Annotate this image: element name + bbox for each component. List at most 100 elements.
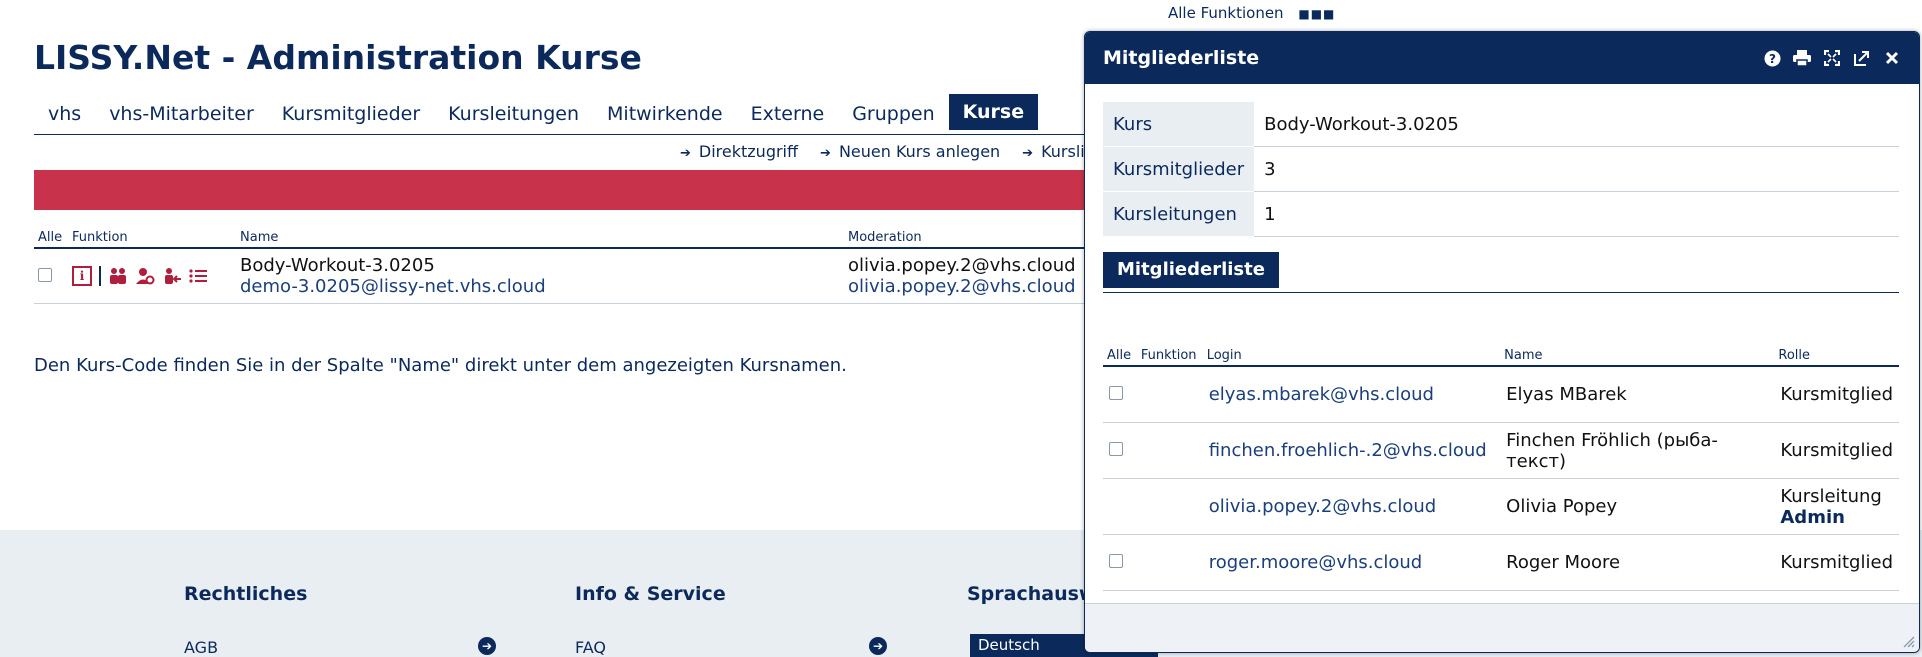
course-name: Body-Workout-3.0205 [240,255,435,276]
member-role: Kursmitglied [1774,366,1899,423]
login-link[interactable]: elyas.mbarek@vhs.cloud [1202,366,1501,423]
user-import-icon[interactable] [162,267,182,285]
tab-vhs-mitarbeiter[interactable]: vhs-Mitarbeiter [95,94,268,134]
admin-badge: Admin [1780,506,1845,528]
tab-vhs[interactable]: vhs [34,94,95,134]
dialog-title: Mitgliederliste [1103,47,1260,69]
new-course-label: Neuen Kurs anlegen [838,142,1001,161]
tab-mitgliederliste[interactable]: Mitgliederliste [1103,252,1279,288]
close-icon[interactable] [1883,49,1901,67]
popout-icon[interactable] [1853,49,1871,67]
info-row-leitungen: Kursleitungen 1 [1103,191,1899,237]
footer-link-agb[interactable]: AGB [184,638,218,657]
print-icon[interactable] [1793,49,1811,67]
members-dialog: Mitgliederliste ? Kurs Body-Workout-3.02… [1084,31,1920,653]
login-link[interactable]: finchen.froehlich-.2@vhs.cloud [1202,422,1501,479]
group-icon[interactable] [108,267,128,285]
info-icon[interactable]: i [72,266,92,286]
table-row: olivia.popey.2@vhs.cloud Olivia Popey Ku… [1103,478,1899,535]
function-cell [1136,422,1203,479]
login-link[interactable]: olivia.popey.2@vhs.cloud [1202,478,1501,535]
table-row: finchen.froehlich-.2@vhs.cloud Finchen F… [1103,422,1899,479]
col-funktion: Funktion [1136,346,1203,367]
tab-kursleitungen[interactable]: Kursleitungen [434,94,593,134]
action-links: ➔ Direktzugriff ➔ Neuen Kurs anlegen ➔ Kurs… [680,142,1129,161]
info-row-mitglieder: Kursmitglieder 3 [1103,146,1899,192]
info-row-kurs: Kurs Body-Workout-3.0205 [1103,102,1899,147]
info-value: 1 [1254,191,1899,237]
moderator-primary: olivia.popey.2@vhs.cloud [848,255,1076,276]
row-checkbox[interactable] [1109,554,1123,568]
moderator-link[interactable]: olivia.popey.2@vhs.cloud [848,276,1090,297]
row-checkbox[interactable] [1109,442,1123,456]
main-tabs: vhs vhs-Mitarbeiter Kursmitglieder Kursl… [34,94,1094,135]
alert-bar [34,170,1094,210]
col-moderation[interactable]: Moderation [844,228,1094,249]
tab-mitwirkende[interactable]: Mitwirkende [593,94,737,134]
course-code-link[interactable]: demo-3.0205@lissy-net.vhs.cloud [240,276,840,297]
hint-text: Den Kurs-Code finden Sie in der Spalte "… [34,355,847,376]
col-alle[interactable]: Alle [1103,346,1137,367]
tab-gruppen[interactable]: Gruppen [838,94,948,134]
footer-heading-rechtliches: Rechtliches [184,583,308,605]
help-icon[interactable]: ? [1763,49,1781,67]
arrow-right-icon: ➔ [820,146,831,161]
member-role: Kursmitglied [1774,422,1899,479]
dialog-tabs: Mitgliederliste [1103,252,1899,293]
function-cell [1136,478,1203,535]
user-settings-icon[interactable] [135,267,155,285]
footer-link-faq[interactable]: FAQ [575,638,606,657]
col-rolle[interactable]: Rolle [1774,346,1899,367]
courses-table: Alle Funktion Name Moderation i Body-Wor… [34,228,1094,304]
all-functions-label: Alle Funktionen [1168,4,1284,22]
function-cell [1136,366,1203,423]
function-cell [1136,534,1203,591]
list-icon[interactable] [189,268,207,284]
member-role-cell: Kursleitung Admin [1774,478,1899,535]
function-icons: i [72,266,232,286]
login-link[interactable]: roger.moore@vhs.cloud [1202,534,1501,591]
member-role: Kursmitglied [1774,534,1899,591]
arrow-circle-icon[interactable]: ➔ [478,637,496,655]
direktzugriff-label: Direktzugriff [698,142,799,161]
row-checkbox[interactable] [1109,386,1123,400]
members-table: Alle Funktion Login Name Rolle elyas.mba… [1103,346,1899,591]
empty-checkbox-cell [1103,478,1137,535]
info-value: 3 [1254,146,1899,192]
dialog-header[interactable]: Mitgliederliste ? [1085,32,1919,84]
member-role: Kursleitung [1780,485,1882,507]
tab-kurse[interactable]: Kurse [948,94,1039,130]
arrow-right-icon: ➔ [680,146,691,161]
col-login[interactable]: Login [1202,346,1501,367]
info-value: Body-Workout-3.0205 [1254,102,1899,147]
dialog-footer [1085,603,1919,652]
dialog-controls: ? [1763,49,1901,67]
row-checkbox[interactable] [38,267,52,282]
all-functions-link[interactable]: Alle Funktionen ■■■ [1168,4,1335,22]
member-name: Roger Moore [1500,534,1775,591]
new-course-link[interactable]: ➔ Neuen Kurs anlegen [820,142,1000,161]
table-row: i Body-Workout-3.0205 demo-3.0205@lissy-… [34,248,1094,304]
fullscreen-icon[interactable] [1823,49,1841,67]
col-alle[interactable]: Alle [34,228,68,249]
direktzugriff-link[interactable]: ➔ Direktzugriff [680,142,798,161]
page-title: LISSY.Net - Administration Kurse [34,38,642,77]
info-label: Kurs [1103,102,1255,147]
info-label: Kursmitglieder [1103,146,1255,192]
svg-text:?: ? [1769,52,1776,66]
member-name: Finchen Fröhlich (рыба-текст) [1500,422,1775,479]
col-funktion: Funktion [68,228,236,249]
tab-externe[interactable]: Externe [737,94,839,134]
tab-kursmitglieder[interactable]: Kursmitglieder [268,94,434,134]
arrow-right-icon: ➔ [1022,146,1034,161]
col-name[interactable]: Name [1500,346,1775,367]
info-label: Kursleitungen [1103,191,1255,237]
divider [99,266,101,286]
footer-heading-info: Info & Service [575,583,726,605]
course-info-table: Kurs Body-Workout-3.0205 Kursmitglieder … [1103,102,1899,237]
col-name[interactable]: Name [236,228,844,249]
resize-grip-icon[interactable] [1901,634,1915,648]
grid-dots-icon: ■■■ [1298,6,1336,21]
table-row: elyas.mbarek@vhs.cloud Elyas MBarek Kurs… [1103,366,1899,423]
arrow-circle-icon[interactable]: ➔ [869,637,887,655]
